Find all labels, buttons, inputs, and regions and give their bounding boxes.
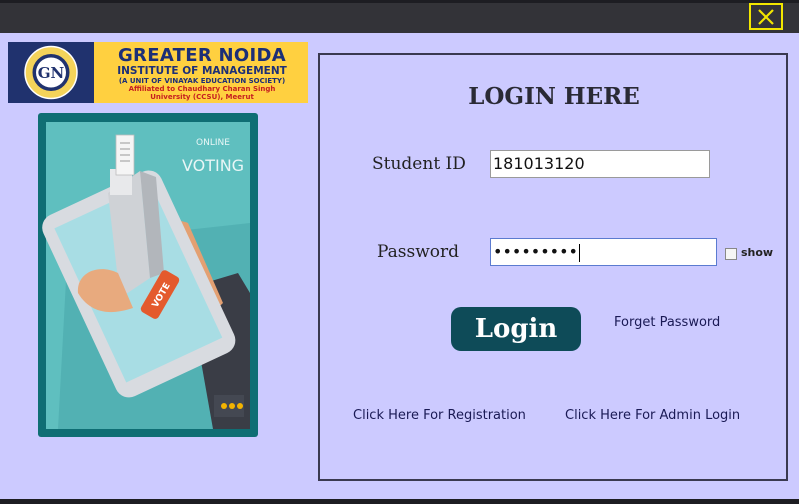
password-label: Password [377, 242, 460, 262]
logo-name: GREATER NOIDA [117, 45, 286, 66]
illustration-title-2: VOTING [182, 156, 244, 175]
password-input[interactable]: ••••••••• [490, 238, 717, 266]
institute-logo: GN GREATER NOIDA INSTITUTE OF MANAGEMENT… [8, 42, 308, 103]
close-x-icon [758, 9, 774, 25]
show-password-checkbox[interactable] [725, 248, 737, 260]
logo-subtitle: INSTITUTE OF MANAGEMENT [117, 65, 287, 77]
title-bar-edge [0, 0, 799, 3]
show-password-label: show [741, 246, 774, 259]
login-panel: LOGIN HERE Student ID 181013120 Password… [318, 53, 788, 481]
login-heading: LOGIN HERE [468, 83, 640, 110]
forget-password-link[interactable]: Forget Password [614, 315, 720, 330]
seal-letters: GN [38, 64, 65, 82]
password-value: ••••••••• [493, 242, 578, 261]
admin-login-link[interactable]: Click Here For Admin Login [565, 408, 740, 423]
online-voting-illustration: VOTE ONLINE VOTING [38, 113, 258, 437]
close-button[interactable] [749, 3, 783, 30]
window-content: GN GREATER NOIDA INSTITUTE OF MANAGEMENT… [0, 33, 799, 499]
student-id-label: Student ID [372, 154, 466, 174]
login-button[interactable]: Login [451, 307, 581, 351]
title-bar [0, 0, 799, 33]
student-id-input[interactable]: 181013120 [490, 150, 710, 178]
registration-link[interactable]: Click Here For Registration [353, 408, 526, 423]
text-caret [578, 243, 580, 262]
institute-seal-icon: GN [24, 45, 78, 100]
bottom-edge [0, 499, 799, 504]
illustration-title-1: ONLINE [196, 138, 230, 148]
